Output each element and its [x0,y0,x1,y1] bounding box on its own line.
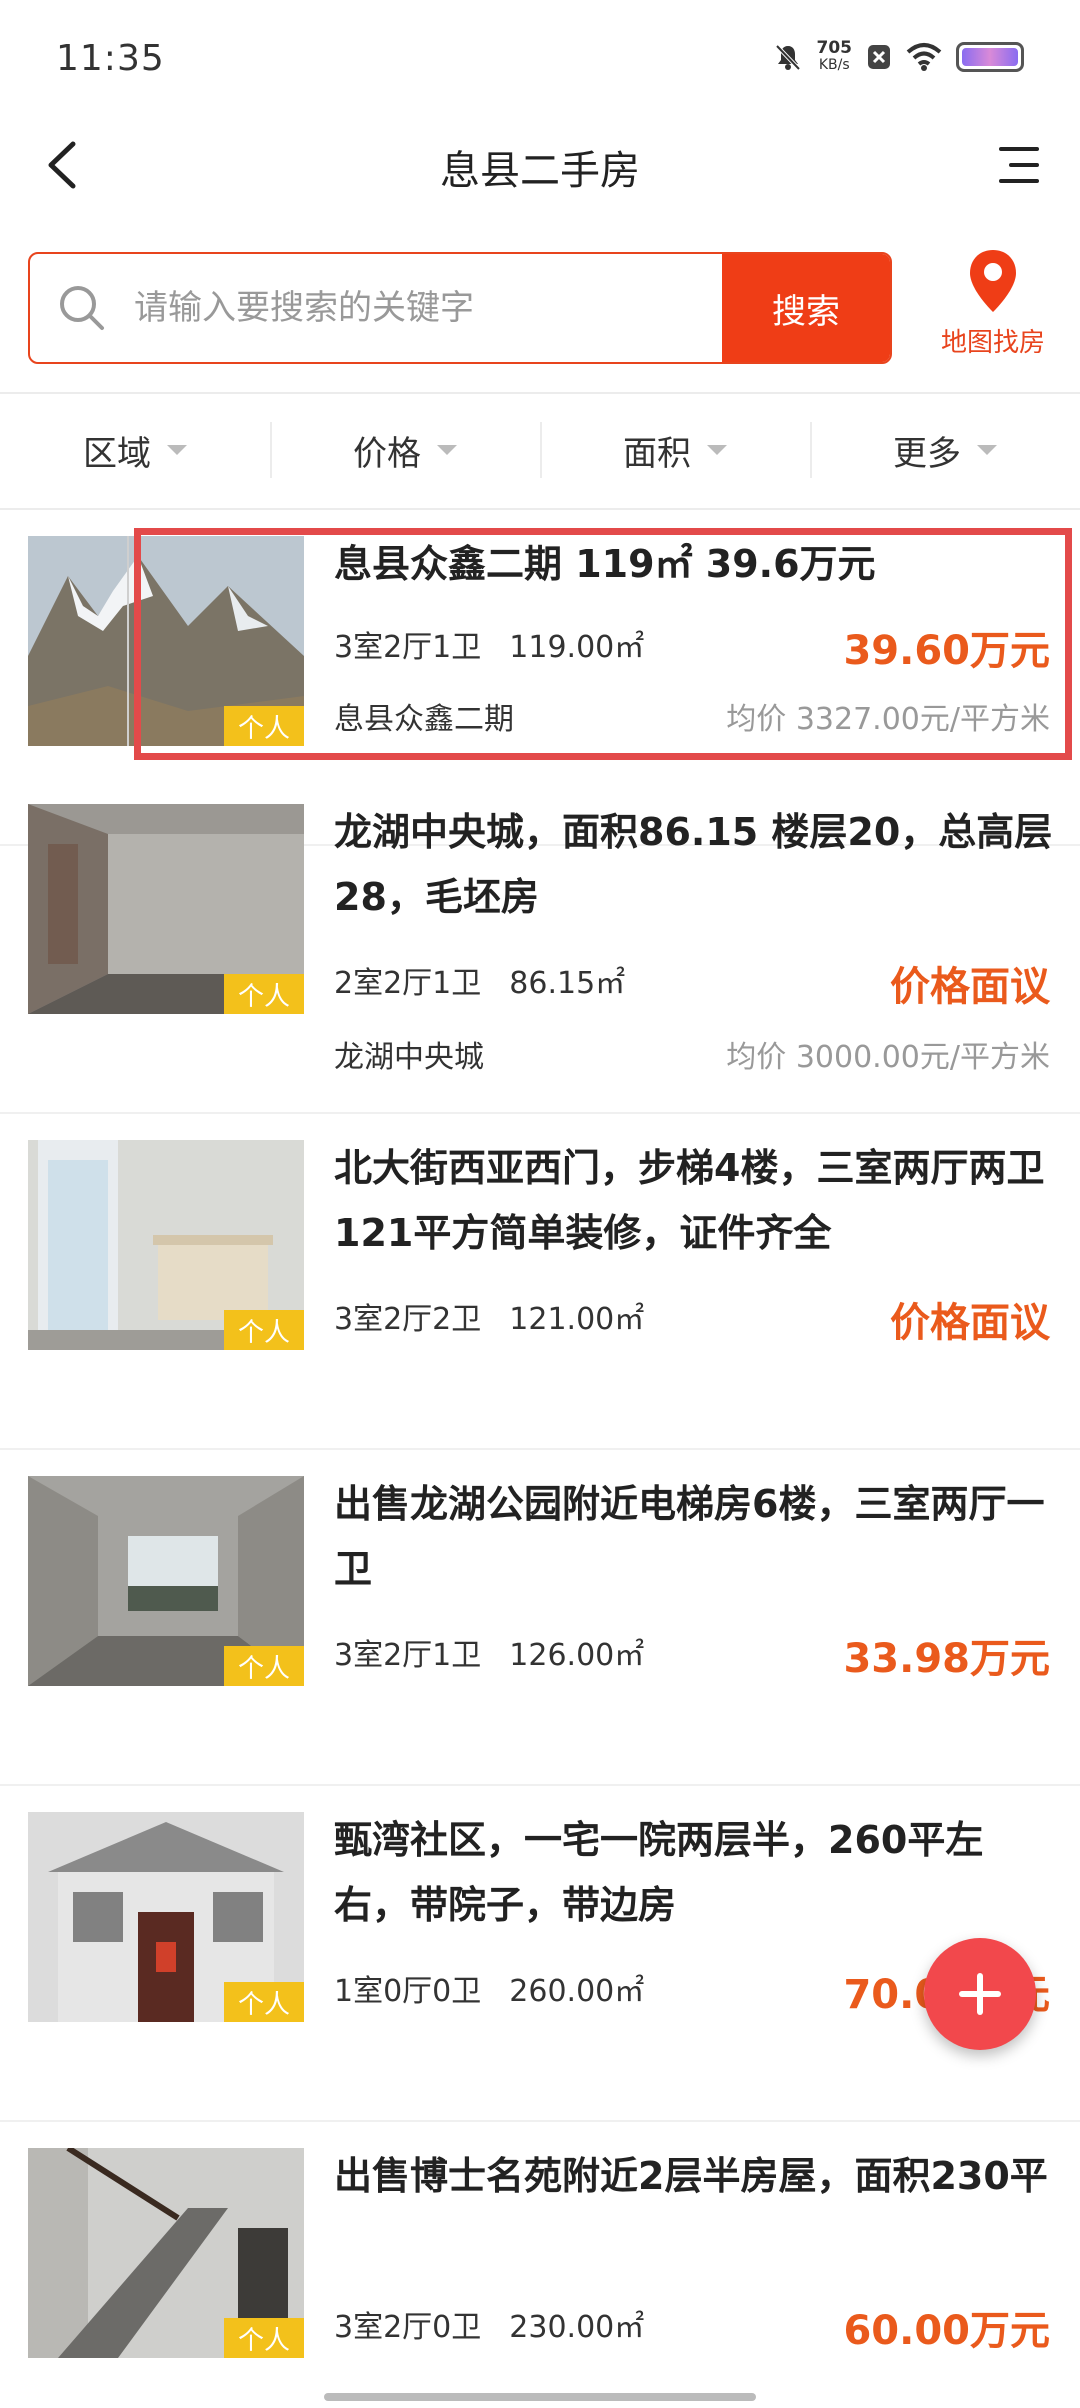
filter-area[interactable]: 面积 [540,392,810,508]
plus-icon [959,1973,1001,2015]
net-speed-value: 705 [816,38,853,58]
wifi-icon [906,43,942,71]
mute-bell-icon [775,44,800,71]
filter-label: 更多 [893,433,961,474]
listing-specs: 3室2厅0卫 230.00㎡ [334,2302,644,2346]
search-bar: 搜索 [28,252,892,364]
map-pin-icon [970,250,1016,312]
filter-label: 价格 [353,433,421,474]
listing-thumbnail: 个人 [28,2148,304,2358]
listing-specs: 2室2厅1卫 86.15㎡ [334,958,625,1002]
status-time: 11:35 [56,38,165,79]
home-indicator[interactable] [324,2393,756,2401]
filter-label: 区域 [83,433,151,474]
listing-price: 39.60万元 [843,628,1050,674]
listing-item[interactable]: 个人 出售龙湖公园附近电梯房6楼，三室两厅一卫 3室2厅1卫 126.00㎡ 33… [0,1450,1080,1786]
search-icon [30,254,134,362]
listing-price: 60.00万元 [843,2308,1050,2354]
search-input[interactable] [134,254,722,362]
listing-size: 260.00㎡ [509,1974,645,2009]
listing-layout: 3室2厅1卫 [334,1638,482,1673]
listing-price: 价格面议 [890,1300,1050,1346]
listing-specs: 3室2厅2卫 121.00㎡ [334,1294,644,1338]
listing-item[interactable]: 个人 龙湖中央城，面积86.15 楼层20，总高层28，毛坯房 2室2厅1卫 86… [0,778,1080,1114]
filter-region[interactable]: 区域 [0,392,270,508]
caret-down-icon [167,445,187,455]
listing-thumbnail: 个人 [28,804,304,1014]
listing-size: 230.00㎡ [509,2310,645,2345]
net-speed-unit: KB/s [818,57,850,73]
caret-down-icon [437,445,457,455]
listing-size: 86.15㎡ [509,966,626,1001]
caret-down-icon [977,445,997,455]
listing-community: 龙湖中央城 [334,1040,484,1075]
listing-size: 126.00㎡ [509,1638,645,1673]
listing-title: 甄湾社区，一宅一院两层半，260平左右，带院子，带边房 [334,1818,984,1927]
status-bar: 11:35 705 KB/s [0,0,1080,110]
listing-title: 出售博士名苑附近2层半房屋，面积230平 [334,2154,1048,2198]
listing-title: 息县众鑫二期 119㎡ 39.6万元 [334,542,876,586]
listing-item[interactable]: 个人 甄湾社区，一宅一院两层半，260平左右，带院子，带边房 1室0厅0卫 260… [0,1786,1080,2122]
listing-item[interactable]: 个人 出售博士名苑附近2层半房屋，面积230平 3室2厅0卫 230.00㎡ 60… [0,2122,1080,2408]
listing-title: 龙湖中央城，面积86.15 楼层20，总高层28，毛坯房 [334,810,1053,919]
badge-personal: 个人 [224,2318,304,2358]
listing-thumbnail: 个人 [28,1812,304,2022]
notification-icon [868,45,890,69]
listing-unit-price: 均价 3327.00元/平方米 [726,702,1050,737]
listing-specs: 3室2厅1卫 126.00㎡ [334,1630,644,1674]
badge-personal: 个人 [224,1982,304,2022]
add-listing-button[interactable] [924,1938,1036,2050]
listing-size: 119.00㎡ [509,630,645,665]
screen: 11:35 705 KB/s 息县二手房 请输入要搜索的关键字 搜索 地图找房 … [0,0,1080,2408]
listing-layout: 3室2厅0卫 [334,2310,482,2345]
listing-specs: 1室0厅0卫 260.00㎡ [334,1966,644,2010]
listing-thumbnail: 个人 [28,1140,304,1350]
listing-layout: 3室2厅2卫 [334,1302,482,1337]
listing-layout: 1室0厅0卫 [334,1974,482,2009]
listing-layout: 2室2厅1卫 [334,966,482,1001]
listing-title: 出售龙湖公园附近电梯房6楼，三室两厅一卫 [334,1482,1045,1591]
listing-specs: 3室2厅1卫 119.00㎡ [334,622,644,666]
filter-more[interactable]: 更多 [810,392,1080,508]
badge-personal: 个人 [224,1310,304,1350]
badge-personal: 个人 [224,1646,304,1686]
listing-thumbnail: 个人 [28,536,304,746]
listing-title: 北大街西亚西门，步梯4楼，三室两厅两卫121平方简单装修，证件齐全 [334,1146,1045,1255]
listing-thumbnail: 个人 [28,1476,304,1686]
status-icons: 705 KB/s [773,40,1024,74]
network-speed: 705 KB/s [817,40,853,74]
badge-personal: 个人 [224,706,304,746]
listing-size: 121.00㎡ [509,1302,645,1337]
listing-price: 33.98万元 [843,1636,1050,1682]
badge-personal: 个人 [224,974,304,1014]
listing-community: 息县众鑫二期 [334,702,514,737]
filter-price[interactable]: 价格 [270,392,540,508]
menu-button[interactable] [984,130,1054,200]
page-title: 息县二手房 [440,148,640,194]
listing-item[interactable]: 个人 北大街西亚西门，步梯4楼，三室两厅两卫121平方简单装修，证件齐全 3室2… [0,1114,1080,1450]
listing-layout: 3室2厅1卫 [334,630,482,665]
filter-label: 面积 [623,433,691,474]
battery-icon [956,42,1024,72]
app-header: 息县二手房 [0,110,1080,220]
filter-bar: 区域 价格 面积 更多 [0,392,1080,508]
caret-down-icon [707,445,727,455]
listing-unit-price: 均价 3000.00元/平方米 [726,1040,1050,1075]
menu-icon [999,147,1039,183]
listing-price: 价格面议 [890,964,1050,1010]
search-button[interactable]: 搜索 [722,254,890,362]
map-search-label: 地图找房 [940,328,1045,358]
map-search-button[interactable]: 地图找房 [930,248,1056,368]
